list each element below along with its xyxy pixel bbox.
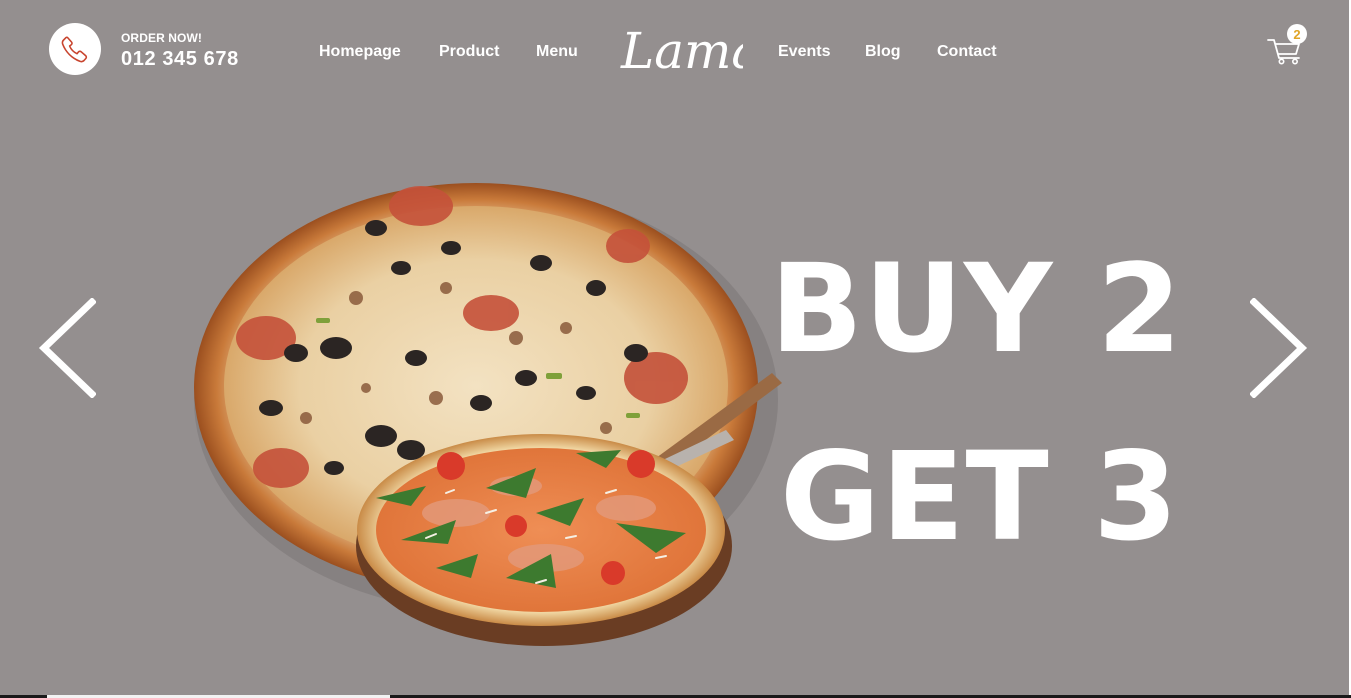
order-label: ORDER NOW! (121, 31, 202, 45)
logo[interactable]: Lama (617, 16, 743, 84)
page: ORDER NOW! 012 345 678 Homepage Product … (0, 0, 1351, 698)
phone-button[interactable] (49, 23, 101, 75)
pizza-image (194, 183, 782, 646)
nav-contact[interactable]: Contact (937, 43, 997, 61)
chevron-left-icon (38, 297, 97, 399)
previous-slide-button[interactable] (36, 297, 97, 399)
nav-events[interactable]: Events (778, 43, 830, 61)
phone-number[interactable]: 012 345 678 (121, 48, 239, 71)
promo-headline-line-1: BUY 2 (770, 238, 1183, 380)
nav-product[interactable]: Product (439, 43, 499, 61)
navbar: ORDER NOW! 012 345 678 Homepage Product … (0, 0, 1351, 104)
cart-button[interactable]: 2 (1266, 22, 1312, 68)
promo-headline-line-2: GET 3 (780, 426, 1180, 568)
cart-count-badge: 2 (1287, 24, 1307, 44)
next-slide-button[interactable] (1249, 297, 1310, 399)
nav-menu[interactable]: Menu (536, 43, 578, 61)
nav-homepage[interactable]: Homepage (319, 43, 401, 61)
chevron-right-icon (1249, 297, 1308, 399)
nav-blog[interactable]: Blog (865, 43, 901, 61)
logo-text: Lama (620, 22, 743, 80)
phone-icon (61, 36, 88, 63)
